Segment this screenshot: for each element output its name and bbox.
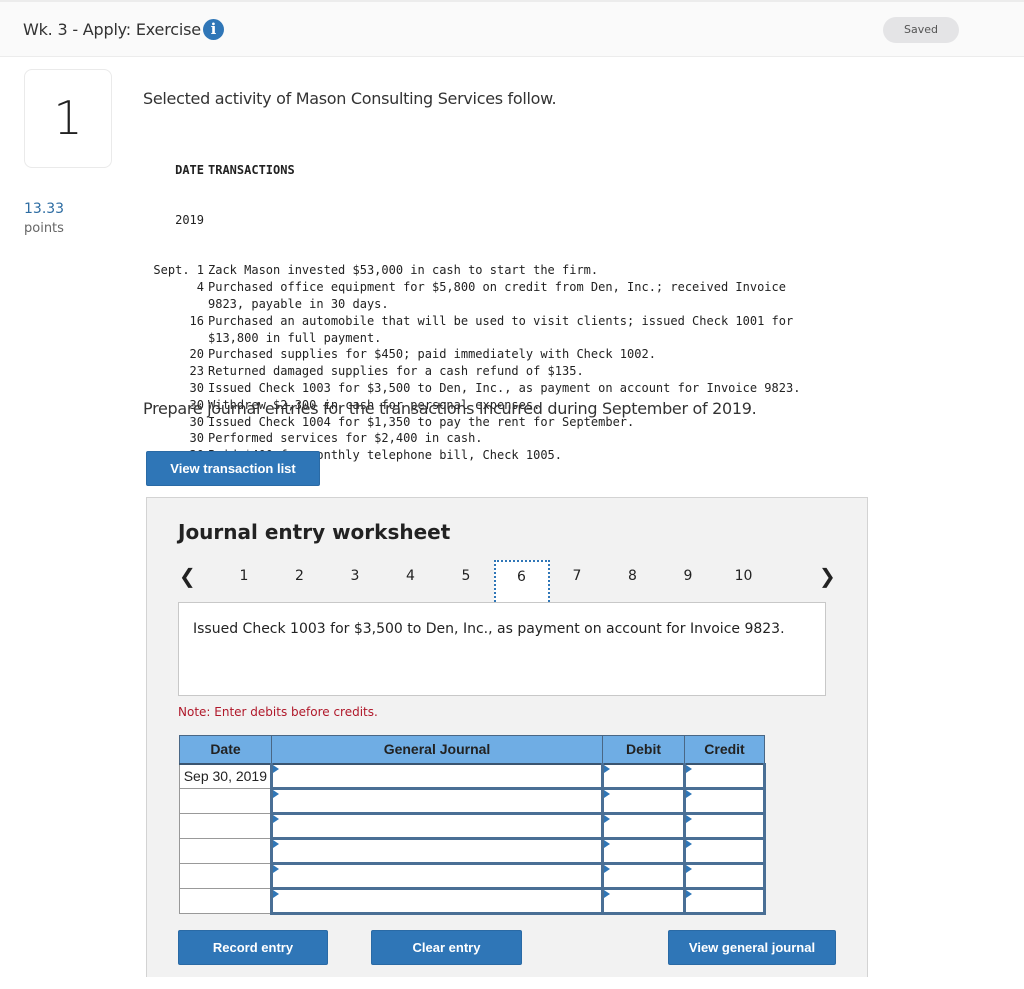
transaction-date: 20 [189,347,204,362]
journal-table: Date General Journal Debit Credit Sep 30… [179,735,766,915]
account-input[interactable] [270,762,604,790]
journal-row [179,812,766,840]
credit-input[interactable] [683,887,766,915]
transaction-date: 16 [189,313,204,328]
transaction-description: Issued Check 1003 for $3,500 to Den, Inc… [178,602,826,696]
credit-column-header: Credit [684,735,765,765]
record-entry-button[interactable]: Record entry [178,930,328,965]
journal-date-cell [179,863,272,889]
transaction-text: Issued Check 1003 for $3,500 to Den, Inc… [208,380,801,395]
entry-note: Note: Enter debits before credits. [178,705,378,719]
transaction-row: 4 Purchased office equipment for $5,800 o… [143,279,816,313]
transaction-row: Sept. 1 Zack Mason invested $53,000 in ca… [143,262,816,279]
top-bar: Wk. 3 - Apply: Exercise i Saved [0,0,1024,57]
account-input[interactable] [270,887,604,915]
credit-input[interactable] [683,812,766,840]
question-intro: Selected activity of Mason Consulting Se… [143,89,557,108]
credit-input[interactable] [683,862,766,890]
page-tab-8[interactable]: 8 [605,560,661,600]
journal-row: Sep 30, 2019 [179,762,766,790]
transaction-date: 30 [189,431,204,446]
worksheet-pager: ❮ 1 2 3 4 5 6 7 8 9 10 ❯ [147,556,869,606]
transaction-row: 16 Purchased an automobile that will be u… [143,313,816,347]
transaction-date: 23 [189,364,204,379]
transaction-text: Purchased office equipment for $5,800 on… [208,280,794,311]
page-tab-1[interactable]: 1 [216,560,272,600]
debit-input[interactable] [601,862,686,890]
year-row: 2019 [143,212,816,229]
page-tab-10[interactable]: 10 [716,560,772,600]
journal-entry-worksheet: Journal entry worksheet ❮ 1 2 3 4 5 6 7 8 9 10 ❯ … [146,497,868,977]
page-tab-6[interactable]: 6 [493,560,550,606]
credit-input[interactable] [683,762,766,790]
debit-input[interactable] [601,812,686,840]
journal-date-cell [179,838,272,864]
question-prompt: Prepare journal entries for the transact… [143,399,757,418]
transaction-text: Performed services for $2,400 in cash. [208,431,483,446]
transaction-date: 4 [196,280,204,295]
saved-status-badge: Saved [883,17,959,43]
page-tab-7[interactable]: 7 [549,560,605,600]
page-tab-5[interactable]: 5 [438,560,494,600]
journal-row [179,837,766,865]
transaction-date: 30 [189,380,204,395]
transaction-row: 20 Purchased supplies for $450; paid imme… [143,346,816,363]
credit-input[interactable] [683,837,766,865]
account-input[interactable] [270,862,604,890]
transaction-text: Purchased supplies for $450; paid immedi… [208,347,656,362]
view-general-journal-button[interactable]: View general journal [668,930,836,965]
transaction-row: 30 Issued Check 1003 for $3,500 to Den, I… [143,380,816,397]
journal-header-row: Date General Journal Debit Credit [179,735,765,765]
date-header: DATE [175,162,204,177]
chevron-right-icon[interactable]: ❯ [819,564,836,588]
credit-input[interactable] [683,787,766,815]
clear-entry-button[interactable]: Clear entry [371,930,522,965]
date-column-header: Date [179,735,272,765]
assignment-title: Wk. 3 - Apply: Exercise [23,20,201,39]
account-input[interactable] [270,837,604,865]
info-icon[interactable]: i [203,19,224,40]
account-input[interactable] [270,812,604,840]
account-input[interactable] [270,787,604,815]
journal-date-cell [179,788,272,814]
year-label: 2019 [175,212,204,227]
worksheet-title: Journal entry worksheet [178,520,451,544]
page-tab-4[interactable]: 4 [383,560,439,600]
debit-input[interactable] [601,837,686,865]
journal-row [179,787,766,815]
transactions-table: DATE TRANSACTIONS 2019 Sept. 1 Zack Mason… [143,128,816,481]
question-number: 1 [24,69,112,168]
transaction-text: Returned damaged supplies for a cash ref… [208,364,584,379]
transaction-date: Sept. 1 [153,263,204,278]
transaction-row: 23 Returned damaged supplies for a cash r… [143,363,816,380]
journal-date-cell: Sep 30, 2019 [179,763,272,789]
transactions-header-row: DATE TRANSACTIONS [143,162,816,179]
transaction-text: Zack Mason invested $53,000 in cash to s… [208,263,599,278]
journal-row [179,862,766,890]
debit-column-header: Debit [602,735,685,765]
page-tab-3[interactable]: 3 [327,560,383,600]
transactions-header: TRANSACTIONS [208,162,295,177]
journal-date-cell [179,888,272,914]
page-tab-9[interactable]: 9 [660,560,716,600]
points-value: 13.33 [24,201,65,217]
transaction-text: Purchased an automobile that will be use… [208,313,801,345]
general-journal-column-header: General Journal [271,735,603,765]
view-transaction-list-button[interactable]: View transaction list [146,451,320,486]
points-label: points [24,221,64,236]
transaction-row: 30 Performed services for $2,400 in cash. [143,430,816,447]
journal-row [179,887,766,915]
debit-input[interactable] [601,787,686,815]
chevron-left-icon[interactable]: ❮ [179,564,196,588]
page-tab-2[interactable]: 2 [272,560,328,600]
debit-input[interactable] [601,887,686,915]
journal-date-cell [179,813,272,839]
debit-input[interactable] [601,762,686,790]
